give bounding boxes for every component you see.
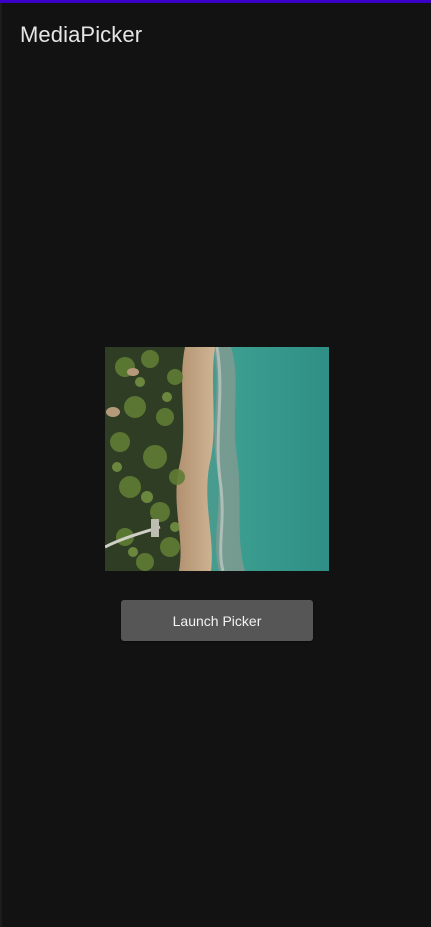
app-title: MediaPicker — [20, 22, 143, 47]
selected-media-preview — [105, 347, 329, 571]
app-bar: MediaPicker — [0, 3, 431, 67]
window-edge — [0, 3, 2, 927]
aerial-beach-image — [105, 347, 329, 571]
launch-picker-button[interactable]: Launch Picker — [121, 600, 313, 641]
